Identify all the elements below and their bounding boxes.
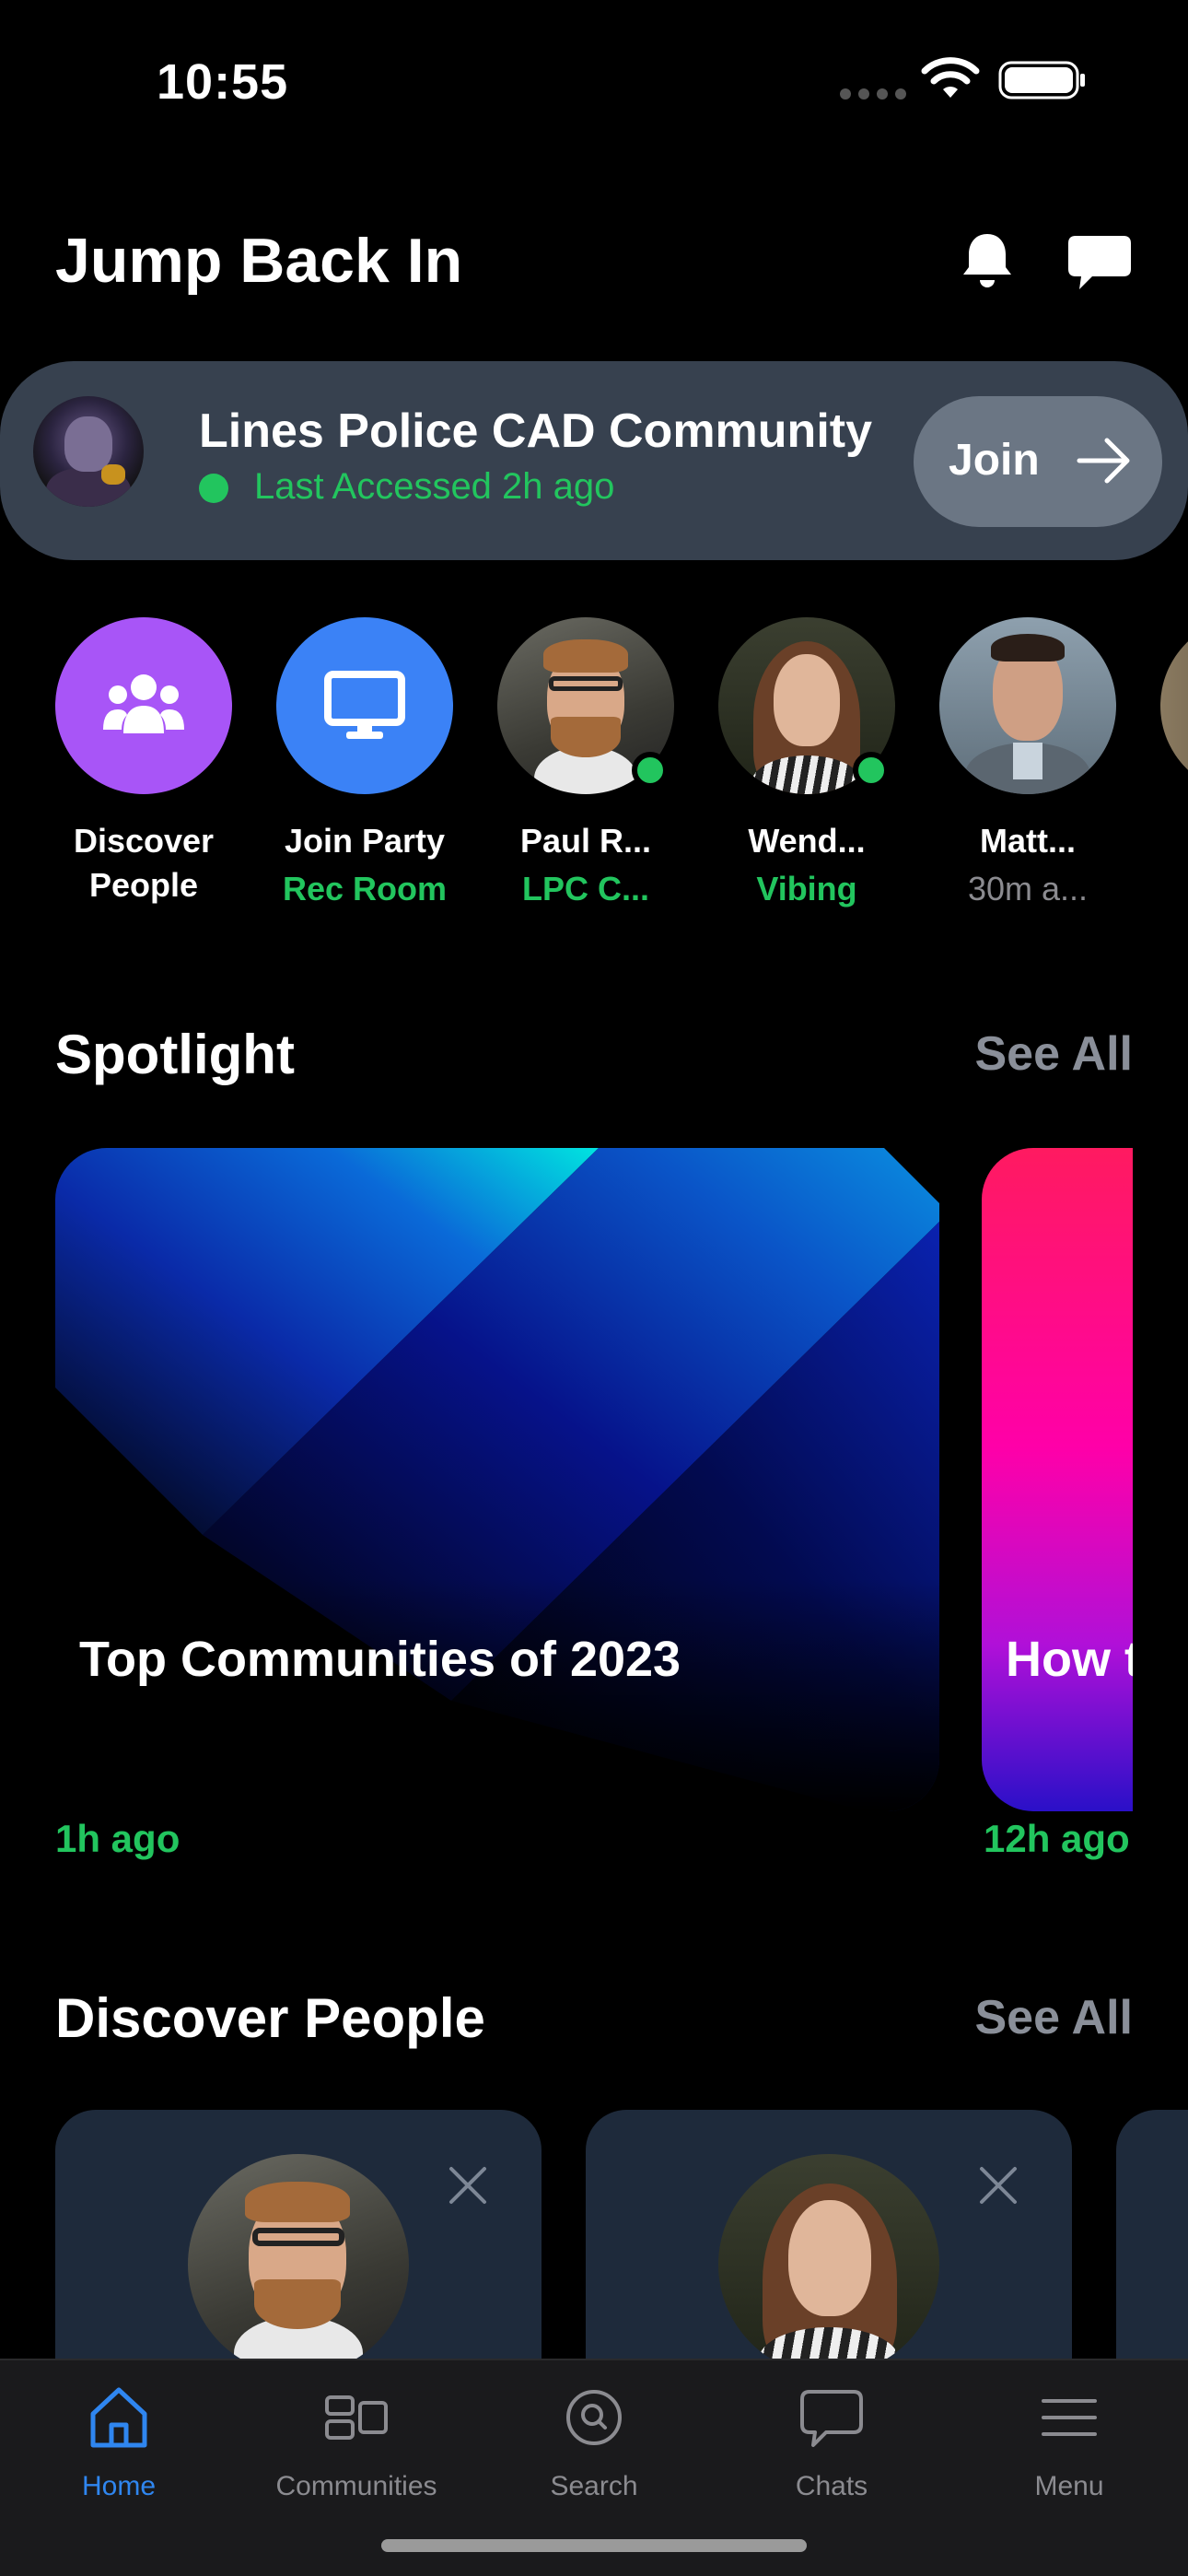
status-time: 10:55 <box>157 54 289 110</box>
avatar <box>718 617 895 794</box>
spotlight-title: Spotlight <box>55 1024 295 1085</box>
people-group-icon <box>103 674 184 733</box>
spotlight-card-caption: How t <box>1006 1632 1133 1687</box>
spotlight-card[interactable] <box>982 1148 1133 1811</box>
quick-item-friend-paul[interactable]: Paul R... LPC C... <box>494 617 678 908</box>
quick-item-label: Join Party <box>284 822 446 860</box>
wifi-icon <box>921 57 980 98</box>
online-status-dot <box>853 752 890 789</box>
quick-item-sub: 30m a... <box>967 870 1089 907</box>
spotlight-see-all-link[interactable]: See All <box>975 1026 1134 1082</box>
nav-menu[interactable]: Menu <box>963 2381 1175 2502</box>
online-status-dot <box>632 752 669 789</box>
spotlight-card-artwork <box>55 1148 939 1811</box>
avatar <box>939 617 1116 794</box>
notifications-bell-icon[interactable] <box>960 230 1015 291</box>
quick-item-join-party[interactable]: Join Party Rec Room <box>273 617 457 908</box>
quick-item-label: Wend... <box>748 822 866 860</box>
quick-item-sub: Vibing <box>756 870 857 907</box>
quick-item-friend-wendy[interactable]: Wend... Vibing <box>715 617 899 908</box>
quick-item-label: Matt... <box>980 822 1076 860</box>
quick-item-sub: LPC C... <box>521 870 649 907</box>
avatar <box>718 2154 939 2375</box>
quick-item-discover-people[interactable]: Discover People <box>52 617 236 905</box>
nav-home[interactable]: Home <box>13 2381 225 2502</box>
discover-people-title: Discover People <box>55 1987 485 2049</box>
discover-see-all-link[interactable]: See All <box>975 1990 1134 2045</box>
nav-search[interactable]: Search <box>488 2381 700 2502</box>
spotlight-card-caption: Top Communities of 2023 <box>79 1632 681 1687</box>
quick-item-sub: People <box>88 866 199 904</box>
quick-item-label: Discover <box>73 822 215 860</box>
home-icon <box>90 2387 147 2448</box>
jump-back-card[interactable]: Lines Police CAD Community Last Accessed… <box>0 361 1188 560</box>
battery-icon <box>998 61 1085 100</box>
nav-label: Chats <box>795 2471 868 2501</box>
spotlight-card-time: 1h ago <box>55 1817 181 1860</box>
community-avatar <box>33 396 144 507</box>
home-indicator <box>381 2539 807 2552</box>
messages-icon[interactable] <box>1066 232 1133 293</box>
search-icon <box>566 2390 622 2445</box>
nav-label: Communities <box>275 2471 437 2501</box>
quick-item-friend-partial[interactable] <box>1160 617 1188 794</box>
community-name: Lines Police CAD Community <box>199 404 872 458</box>
monitor-icon <box>324 671 405 739</box>
nav-chats[interactable]: Chats <box>726 2381 938 2502</box>
spotlight-card-time: 12h ago <box>984 1817 1130 1860</box>
join-button-label: Join <box>949 436 1040 485</box>
chats-icon <box>800 2390 863 2447</box>
quick-item-label: Paul R... <box>519 822 652 860</box>
join-button[interactable]: Join <box>914 396 1162 527</box>
online-status-dot <box>199 474 228 503</box>
signal-icon <box>840 88 906 100</box>
avatar <box>497 617 674 794</box>
nav-label: Menu <box>1034 2471 1104 2501</box>
status-bar: 10:55 <box>0 0 1188 166</box>
quick-item-sub: Rec Room <box>282 870 448 907</box>
close-icon[interactable] <box>446 2163 490 2207</box>
nav-label: Home <box>81 2471 157 2501</box>
discover-people-circle <box>55 617 232 794</box>
close-icon[interactable] <box>976 2163 1020 2207</box>
quick-item-friend-matt[interactable]: Matt... 30m a... <box>936 617 1120 908</box>
communities-icon <box>325 2395 388 2440</box>
last-accessed-text: Last Accessed 2h ago <box>254 466 615 507</box>
nav-label: Search <box>550 2471 638 2501</box>
avatar <box>188 2154 409 2375</box>
page-title: Jump Back In <box>55 226 463 296</box>
join-party-circle <box>276 617 453 794</box>
spotlight-card[interactable] <box>55 1148 939 1811</box>
menu-icon <box>1042 2399 1097 2436</box>
nav-communities[interactable]: Communities <box>250 2381 462 2502</box>
arrow-right-icon <box>1077 438 1130 484</box>
